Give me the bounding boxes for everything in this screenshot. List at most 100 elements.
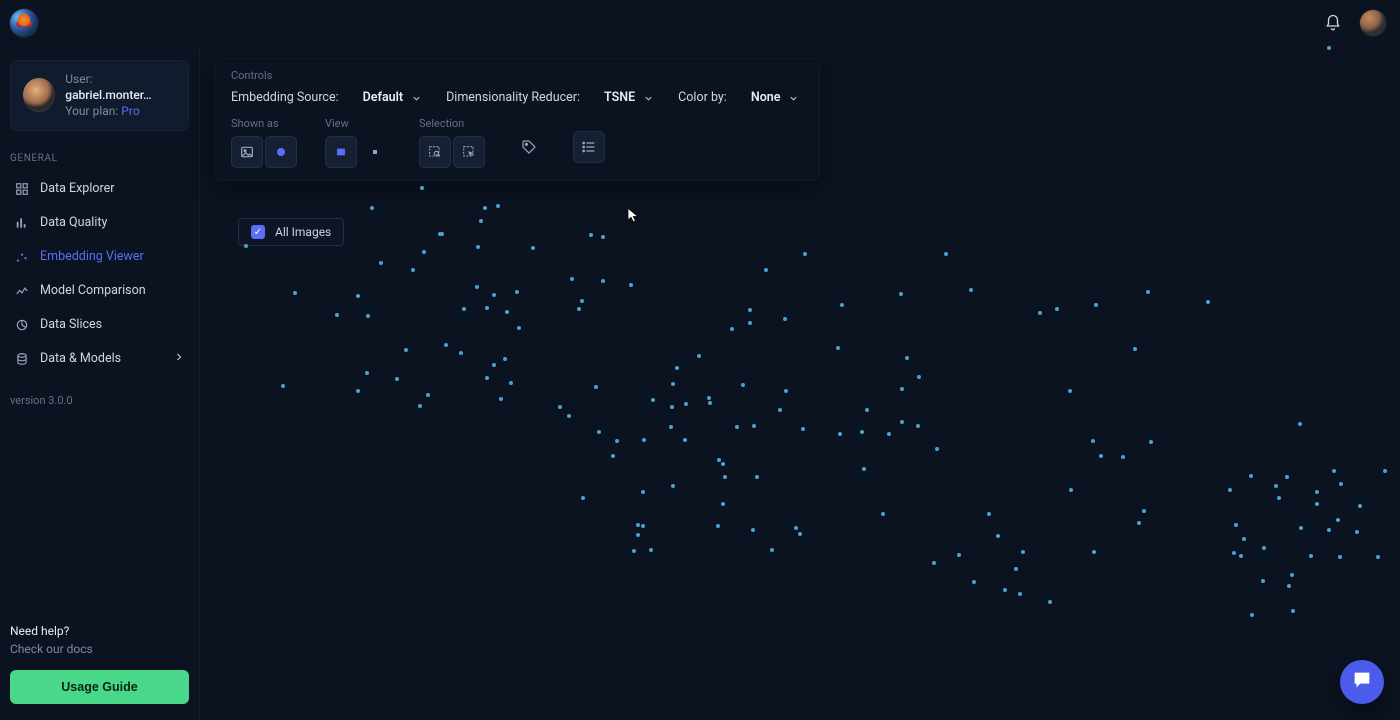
scatter-point[interactable] [379, 261, 383, 265]
scatter-point[interactable] [485, 306, 489, 310]
scatter-point[interactable] [735, 425, 739, 429]
scatter-point[interactable] [293, 291, 297, 295]
scatter-point[interactable] [721, 502, 725, 506]
scatter-point[interactable] [1274, 484, 1278, 488]
scatter-point[interactable] [475, 285, 479, 289]
scatter-point[interactable] [499, 397, 503, 401]
scatter-point[interactable] [881, 512, 885, 516]
scatter-point[interactable] [860, 430, 864, 434]
sidebar-item-model-comparison[interactable]: Model Comparison [0, 274, 199, 308]
scatter-point[interactable] [1285, 475, 1289, 479]
scatter-point[interactable] [944, 252, 948, 256]
scatter-point[interactable] [517, 326, 521, 330]
scatter-point[interactable] [717, 458, 721, 462]
app-logo-icon[interactable] [10, 9, 38, 37]
scatter-point[interactable] [1358, 504, 1362, 508]
scatter-point[interactable] [987, 512, 991, 516]
scatter-point[interactable] [1239, 554, 1243, 558]
scatter-point[interactable] [1250, 613, 1254, 617]
scatter-point[interactable] [683, 438, 687, 442]
scatter-point[interactable] [492, 363, 496, 367]
scatter-point[interactable] [366, 314, 370, 318]
scatter-point[interactable] [801, 427, 805, 431]
scatter-point[interactable] [707, 396, 711, 400]
sidebar-item-data-quality[interactable]: Data Quality [0, 206, 199, 240]
scatter-point[interactable] [1018, 592, 1022, 596]
scatter-point[interactable] [751, 528, 755, 532]
scatter-point[interactable] [244, 244, 248, 248]
scatter-point[interactable] [1242, 537, 1246, 541]
scatter-point[interactable] [1298, 422, 1302, 426]
scatter-point[interactable] [783, 317, 787, 321]
scatter-point[interactable] [969, 288, 973, 292]
scatter-point[interactable] [671, 382, 675, 386]
scatter-point[interactable] [1339, 482, 1343, 486]
scatter-point[interactable] [723, 475, 727, 479]
scatter-point[interactable] [411, 268, 415, 272]
user-avatar-icon[interactable] [1360, 10, 1386, 36]
scatter-point[interactable] [836, 346, 840, 350]
scatter-point[interactable] [1261, 579, 1265, 583]
scatter-point[interactable] [917, 375, 921, 379]
scatter-point[interactable] [755, 475, 759, 479]
scatter-point[interactable] [594, 385, 598, 389]
scatter-point[interactable] [996, 534, 1000, 538]
scatter-point[interactable] [365, 371, 369, 375]
scatter-point[interactable] [438, 232, 442, 236]
scatter-point[interactable] [1068, 389, 1072, 393]
scatter-point[interactable] [1228, 488, 1232, 492]
scatter-point[interactable] [597, 430, 601, 434]
scatter-point[interactable] [1309, 554, 1313, 558]
scatter-point[interactable] [716, 524, 720, 528]
scatter-point[interactable] [1133, 347, 1137, 351]
scatter-point[interactable] [764, 268, 768, 272]
scatter-point[interactable] [356, 389, 360, 393]
scatter-point[interactable] [641, 524, 645, 528]
scatter-point[interactable] [567, 414, 571, 418]
scatter-point[interactable] [899, 292, 903, 296]
scatter-point[interactable] [558, 405, 562, 409]
scatter-point[interactable] [641, 490, 645, 494]
scatter-point[interactable] [577, 307, 581, 311]
scatter-point[interactable] [483, 206, 487, 210]
scatter-point[interactable] [1299, 526, 1303, 530]
scatter-point[interactable] [505, 310, 509, 314]
scatter-point[interactable] [721, 462, 725, 466]
scatter-point[interactable] [840, 303, 844, 307]
scatter-point[interactable] [794, 526, 798, 530]
scatter-point[interactable] [708, 401, 712, 405]
scatter-point[interactable] [803, 252, 807, 256]
scatter-point[interactable] [509, 381, 513, 385]
scatter-point[interactable] [1327, 528, 1331, 532]
scatter-point[interactable] [957, 553, 961, 557]
scatter-point[interactable] [669, 425, 673, 429]
scatter-point[interactable] [1287, 584, 1291, 588]
scatter-point[interactable] [1146, 290, 1150, 294]
scatter-point[interactable] [1048, 600, 1052, 604]
scatter-point[interactable] [1376, 555, 1380, 559]
scatter-point[interactable] [932, 561, 936, 565]
scatter-point[interactable] [356, 294, 360, 298]
scatter-point[interactable] [615, 439, 619, 443]
scatter-point[interactable] [730, 327, 734, 331]
scatter-point[interactable] [1099, 454, 1103, 458]
scatter-point[interactable] [1021, 550, 1025, 554]
scatter-point[interactable] [865, 408, 869, 412]
scatter-point[interactable] [1149, 440, 1153, 444]
scatter-point[interactable] [580, 299, 584, 303]
sidebar-item-data-slices[interactable]: Data Slices [0, 308, 199, 342]
scatter-point[interactable] [611, 454, 615, 458]
sidebar-item-embedding-viewer[interactable]: Embedding Viewer [0, 240, 199, 274]
scatter-point[interactable] [675, 366, 679, 370]
scatter-point[interactable] [862, 467, 866, 471]
scatter-point[interactable] [581, 496, 585, 500]
scatter-point[interactable] [671, 484, 675, 488]
scatter-point[interactable] [629, 283, 633, 287]
scatter-point[interactable] [1338, 555, 1342, 559]
usage-guide-button[interactable]: Usage Guide [10, 670, 189, 704]
scatter-point[interactable] [570, 277, 574, 281]
scatter-point[interactable] [1277, 496, 1281, 500]
scatter-point[interactable] [370, 206, 374, 210]
scatter-point[interactable] [479, 219, 483, 223]
scatter-point[interactable] [798, 532, 802, 536]
